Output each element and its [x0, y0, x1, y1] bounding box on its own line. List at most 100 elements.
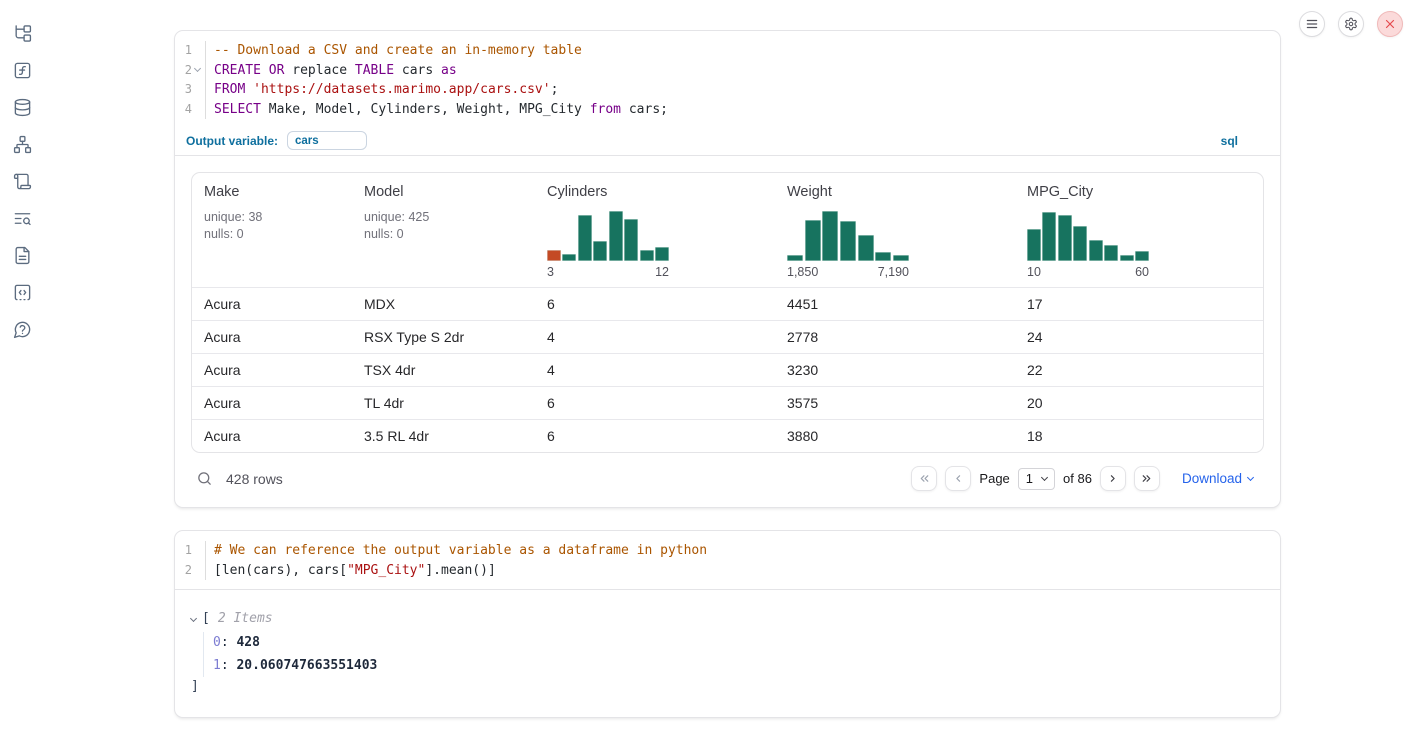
first-page-button[interactable]: [911, 466, 937, 491]
line-number: 2: [185, 561, 192, 581]
tree-entry-value: 428: [236, 635, 259, 650]
column-header-mpg_city[interactable]: MPG_City1060: [1015, 173, 1263, 287]
histogram-bar: [858, 235, 874, 261]
sidebar-item-documentation[interactable]: [12, 245, 32, 265]
sidebar-item-datasources[interactable]: [12, 97, 32, 117]
code-line: 2 [len(cars), cars["MPG_City"].mean()]: [175, 561, 1280, 581]
sidebar-item-logs[interactable]: [12, 208, 32, 228]
tree-entry-separator: :: [221, 635, 237, 650]
table-cell: 17: [1015, 296, 1263, 312]
chevrons-left-icon: [918, 472, 931, 485]
file-tree-icon: [13, 24, 32, 43]
sidebar-item-file-explorer[interactable]: [12, 23, 32, 43]
output-tree: [2 Items0: 4281: 20.060747663551403]: [191, 609, 1264, 697]
page-select[interactable]: 1: [1018, 468, 1055, 490]
line-number: 1: [185, 541, 192, 561]
sidebar: [0, 0, 44, 729]
table-cell: 6: [535, 296, 775, 312]
table-cell: 6: [535, 395, 775, 411]
python-cell-output: [2 Items0: 4281: 20.060747663551403]: [175, 589, 1280, 717]
table-cell: Acura: [192, 362, 352, 378]
column-header-make[interactable]: Makeunique: 38nulls: 0: [192, 173, 352, 287]
table-row: AcuraRSX Type S 2dr4277824: [192, 320, 1263, 353]
code-token: as: [441, 63, 457, 78]
code-token: SELECT: [214, 102, 261, 117]
file-text-icon: [13, 246, 32, 265]
column-header-model[interactable]: Modelunique: 425nulls: 0: [352, 173, 535, 287]
table-row: Acura3.5 RL 4dr6388018: [192, 419, 1263, 452]
tree-entry: 0: 428: [213, 632, 1264, 655]
code-line: 2CREATE OR replace TABLE cars as: [175, 61, 1280, 81]
sql-cell-output: Makeunique: 38nulls: 0Modelunique: 425nu…: [175, 156, 1280, 507]
page-total-label: of 86: [1063, 471, 1092, 486]
previous-page-button[interactable]: [945, 466, 971, 491]
tree-collapse-toggle[interactable]: [190, 614, 197, 621]
column-stat: unique: 38: [204, 209, 340, 226]
sidebar-item-help[interactable]: [12, 319, 32, 339]
network-icon: [13, 135, 32, 154]
histogram-bar: [840, 221, 856, 261]
histogram-bar: [655, 247, 669, 261]
histogram-bar: [1135, 251, 1149, 261]
line-number: 2: [185, 61, 192, 81]
code-line: 1-- Download a CSV and create an in-memo…: [175, 41, 1280, 61]
table-cell: 2778: [775, 329, 1015, 345]
output-variable-label: Output variable:: [186, 134, 278, 148]
histogram-bar: [640, 250, 654, 261]
code-text: [len(cars), cars["MPG_City"].mean()]: [206, 561, 496, 581]
line-gutter: 4: [175, 100, 206, 120]
chevrons-right-icon: [1140, 472, 1153, 485]
code-line: 3FROM 'https://datasets.marimo.app/cars.…: [175, 80, 1280, 100]
table-body: AcuraMDX6445117AcuraRSX Type S 2dr427782…: [192, 287, 1263, 452]
histogram-min-label: 10: [1027, 265, 1041, 279]
histogram-bar: [562, 254, 576, 261]
table-row: AcuraTL 4dr6357520: [192, 386, 1263, 419]
code-token: CREATE: [214, 63, 261, 78]
search-button[interactable]: [196, 470, 213, 487]
menu-button[interactable]: [1299, 11, 1325, 37]
table-cell: RSX Type S 2dr: [352, 329, 535, 345]
histogram-bar: [624, 219, 638, 261]
fold-toggle[interactable]: [192, 69, 203, 71]
table-row: AcuraTSX 4dr4323022: [192, 353, 1263, 386]
histogram-bar: [1027, 229, 1041, 261]
table-cell: Acura: [192, 296, 352, 312]
histogram-labels: 1,8507,190: [787, 265, 909, 279]
code-text: # We can reference the output variable a…: [206, 541, 707, 561]
histogram-bar: [578, 215, 592, 261]
histogram-bars: [787, 209, 909, 261]
sql-code-editor[interactable]: 1-- Download a CSV and create an in-memo…: [175, 31, 1280, 128]
tree-entry-value: 20.060747663551403: [236, 658, 377, 673]
tree-entry: 1: 20.060747663551403: [213, 655, 1264, 678]
last-page-button[interactable]: [1134, 466, 1160, 491]
code-square-icon: [13, 283, 32, 302]
sidebar-item-outline[interactable]: [12, 171, 32, 191]
table-cell: 3.5 RL 4dr: [352, 428, 535, 444]
code-line: 1 # We can reference the output variable …: [175, 541, 1280, 561]
python-cell: 1 # We can reference the output variable …: [174, 530, 1281, 718]
table-cell: 4451: [775, 296, 1015, 312]
code-token: [261, 63, 269, 78]
chevron-down-icon: [194, 65, 201, 72]
column-header-weight[interactable]: Weight1,8507,190: [775, 173, 1015, 287]
next-page-button[interactable]: [1100, 466, 1126, 491]
histogram-max-label: 7,190: [878, 265, 909, 279]
column-histogram: 1,8507,190: [787, 209, 909, 279]
scroll-icon: [13, 172, 32, 191]
histogram-bar: [593, 241, 607, 261]
download-button[interactable]: Download: [1182, 471, 1253, 486]
code-token: 'https://datasets.marimo.app/cars.csv': [253, 82, 550, 97]
python-code-editor[interactable]: 1 # We can reference the output variable …: [175, 531, 1280, 589]
code-token: cars: [394, 63, 441, 78]
column-header-cylinders[interactable]: Cylinders312: [535, 173, 775, 287]
sidebar-item-variables[interactable]: [12, 60, 32, 80]
shutdown-button[interactable]: [1377, 11, 1403, 37]
sidebar-item-snippets[interactable]: [12, 282, 32, 302]
sidebar-item-dependency-graph[interactable]: [12, 134, 32, 154]
settings-button[interactable]: [1338, 11, 1364, 37]
output-variable-input[interactable]: [287, 131, 367, 150]
chevron-right-icon: [1106, 472, 1119, 485]
line-gutter: 1: [175, 541, 206, 561]
table-footer: 428 rows Page 1 of 86: [191, 453, 1264, 497]
histogram-max-label: 12: [655, 265, 669, 279]
